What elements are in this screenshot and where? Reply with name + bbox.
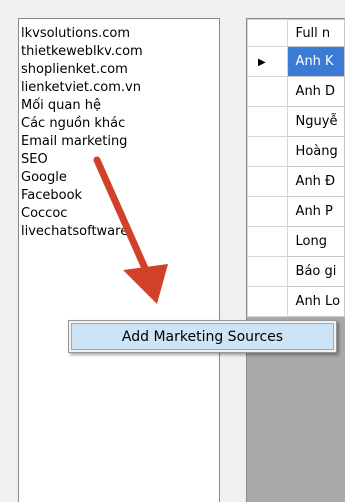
list-item[interactable]: Facebook bbox=[21, 187, 219, 205]
grid-cell-full-name[interactable]: Hoàng bbox=[286, 136, 345, 167]
table-row[interactable]: Anh D bbox=[247, 76, 345, 107]
row-header[interactable] bbox=[247, 106, 288, 137]
grid-table: Full n ▶ Anh K Anh D Nguyễ Hoàng Anh Đ A… bbox=[247, 19, 345, 317]
row-header[interactable] bbox=[247, 226, 288, 257]
row-header[interactable]: ▶ bbox=[247, 46, 288, 77]
grid-corner-header[interactable] bbox=[247, 19, 288, 47]
table-row[interactable]: Nguyễ bbox=[247, 106, 345, 137]
table-row[interactable]: Anh P bbox=[247, 196, 345, 227]
list-item[interactable]: thietkeweblkv.com bbox=[21, 43, 219, 61]
customer-data-grid[interactable]: Full n ▶ Anh K Anh D Nguyễ Hoàng Anh Đ A… bbox=[246, 18, 345, 502]
current-row-icon: ▶ bbox=[258, 57, 266, 68]
list-item[interactable]: Google bbox=[21, 169, 219, 187]
list-item[interactable]: lkvsolutions.com bbox=[21, 25, 219, 43]
grid-header-row: Full n bbox=[247, 19, 345, 47]
row-header[interactable] bbox=[247, 196, 288, 227]
list-item[interactable]: Email marketing bbox=[21, 133, 219, 151]
table-row[interactable]: Hoàng bbox=[247, 136, 345, 167]
list-item[interactable]: Coccoc bbox=[21, 205, 219, 223]
list-item[interactable]: Mối quan hệ bbox=[21, 97, 219, 115]
table-row[interactable]: ▶ Anh K bbox=[247, 46, 345, 77]
add-marketing-sources-menu-item[interactable]: Add Marketing Sources bbox=[71, 323, 334, 350]
context-menu: Add Marketing Sources bbox=[68, 320, 337, 353]
list-item[interactable]: Các nguồn khác bbox=[21, 115, 219, 133]
sources-list: lkvsolutions.com thietkeweblkv.com shopl… bbox=[19, 19, 219, 241]
row-header[interactable] bbox=[247, 256, 288, 287]
marketing-sources-listbox[interactable]: lkvsolutions.com thietkeweblkv.com shopl… bbox=[18, 18, 220, 502]
row-header[interactable] bbox=[247, 136, 288, 167]
row-header[interactable] bbox=[247, 76, 288, 107]
list-item[interactable]: SEO bbox=[21, 151, 219, 169]
column-header-full-name[interactable]: Full n bbox=[286, 19, 345, 47]
grid-cell-full-name[interactable]: Báo gi bbox=[286, 256, 345, 287]
grid-cell-full-name[interactable]: Nguyễ bbox=[286, 106, 345, 137]
grid-cell-full-name[interactable]: Long bbox=[286, 226, 345, 257]
grid-cell-full-name[interactable]: Anh D bbox=[286, 76, 345, 107]
table-row[interactable]: Anh Lo bbox=[247, 286, 345, 317]
table-row[interactable]: Báo gi bbox=[247, 256, 345, 287]
table-row[interactable]: Long bbox=[247, 226, 345, 257]
list-item[interactable]: livechatsoftware bbox=[21, 223, 219, 241]
grid-cell-full-name[interactable]: Anh Lo bbox=[286, 286, 345, 317]
grid-cell-full-name[interactable]: Anh K bbox=[286, 46, 345, 77]
row-header[interactable] bbox=[247, 166, 288, 197]
grid-cell-full-name[interactable]: Anh P bbox=[286, 196, 345, 227]
list-item[interactable]: shoplienket.com bbox=[21, 61, 219, 79]
list-item[interactable]: lienketviet.com.vn bbox=[21, 79, 219, 97]
grid-cell-full-name[interactable]: Anh Đ bbox=[286, 166, 345, 197]
row-header[interactable] bbox=[247, 286, 288, 317]
table-row[interactable]: Anh Đ bbox=[247, 166, 345, 197]
